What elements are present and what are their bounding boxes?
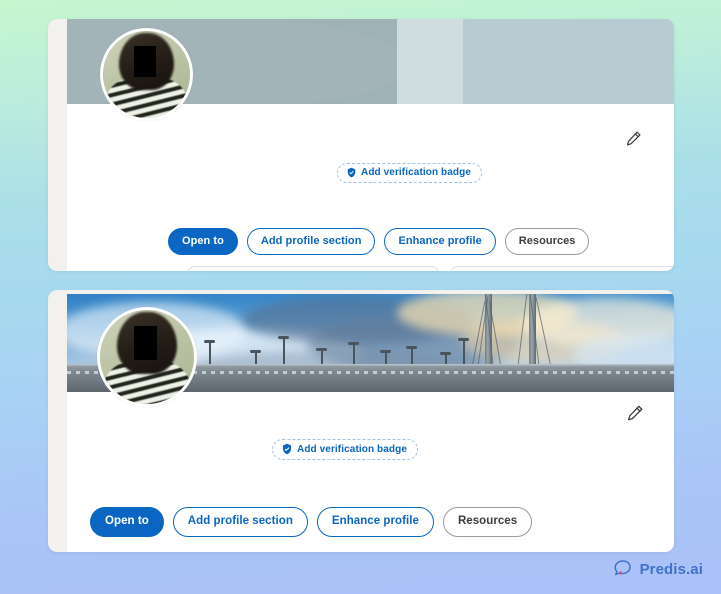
street-lamp (204, 340, 215, 364)
street-lamp (458, 338, 469, 364)
shield-check-icon (347, 167, 356, 178)
street-lamp (278, 336, 289, 364)
open-to-button[interactable]: Open to (168, 228, 238, 255)
pencil-edit-icon[interactable] (622, 400, 648, 426)
street-lamp (406, 346, 417, 364)
cover-blob-right (463, 19, 674, 104)
promo-card[interactable]: Show recruiters you're open to work — yo… (187, 266, 439, 271)
add-verification-badge-label: Add verification badge (361, 167, 471, 178)
add-profile-section-button[interactable]: Add profile section (172, 507, 308, 537)
speech-bubble-icon (614, 560, 631, 576)
profile-screenshot-bottom: Add verification badge Open to Add profi… (48, 290, 674, 552)
add-verification-badge-button[interactable]: Add verification badge (337, 163, 482, 183)
enhance-profile-button[interactable]: Enhance profile (384, 228, 496, 255)
avatar[interactable] (97, 307, 197, 407)
predis-watermark: Predis.ai (612, 559, 703, 580)
street-lamp (250, 350, 261, 364)
cover-blob-mid (397, 19, 469, 104)
add-verification-badge-label: Add verification badge (297, 443, 407, 455)
resources-button[interactable]: Resources (442, 507, 533, 537)
open-to-button[interactable]: Open to (90, 507, 164, 537)
pencil-edit-icon[interactable] (620, 125, 646, 151)
add-profile-section-button[interactable]: Add profile section (246, 228, 376, 255)
screenshot-canvas: Show recruiters you're open to work — yo… (0, 0, 721, 594)
predis-watermark-label: Predis.ai (639, 561, 703, 578)
profile-screenshot-top: Show recruiters you're open to work — yo… (48, 19, 674, 271)
resources-button[interactable]: Resources (504, 228, 590, 255)
street-lamp (380, 350, 391, 364)
enhance-profile-button[interactable]: Enhance profile (316, 507, 434, 537)
profile-action-chips-top: Open to Add profile section Enhance prof… (168, 228, 590, 255)
street-lamp (440, 352, 451, 364)
face-redaction-bar (134, 45, 157, 78)
street-lamp (316, 348, 327, 364)
add-verification-badge-button[interactable]: Add verification badge (272, 439, 418, 460)
promo-card-row-top: Show recruiters you're open to work — yo… (187, 266, 674, 271)
avatar[interactable] (100, 28, 193, 121)
face-redaction-bar (133, 325, 158, 360)
promo-card[interactable]: Share that you're hiring and attract qua… (450, 266, 674, 271)
street-lamp (348, 342, 359, 364)
shield-check-icon (282, 443, 292, 455)
profile-action-chips-bottom: Open to Add profile section Enhance prof… (90, 507, 533, 537)
